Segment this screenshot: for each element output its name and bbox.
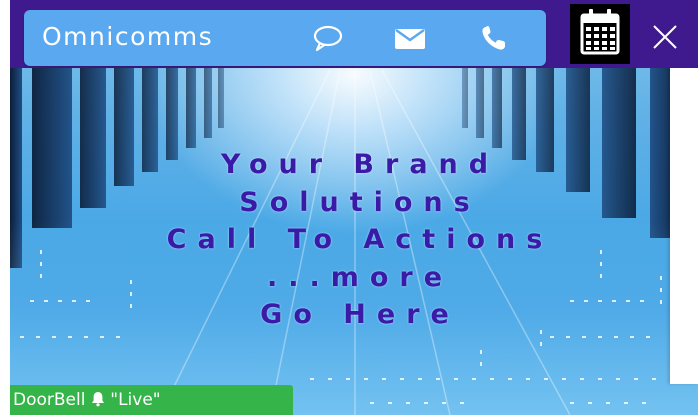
brand-name[interactable]: Omnicomms (42, 22, 213, 51)
doorbell-status: "Live" (110, 390, 161, 410)
calendar-icon[interactable] (570, 4, 630, 64)
side-panel-edge (670, 68, 698, 384)
hero-line: Your Brand (220, 149, 500, 180)
brand-contact-bar: Omnicomms (24, 10, 546, 66)
doorbell-live-button[interactable]: DoorBell "Live" (10, 385, 293, 415)
hero-headline: Your Brand Solutions Call To Actions ...… (80, 146, 640, 334)
hero-line: ...more (266, 261, 454, 293)
hero-line: Solutions (239, 186, 481, 218)
phone-icon[interactable] (479, 23, 511, 53)
app-window: Omnicomms Your Brand Solutions Call To A… (0, 0, 698, 415)
hero-line: Call To Actions (166, 224, 554, 255)
chat-bubble-icon[interactable] (312, 23, 344, 53)
envelope-icon[interactable] (394, 23, 426, 53)
doorbell-label: DoorBell (13, 390, 86, 410)
close-icon[interactable] (636, 10, 692, 62)
bell-icon (91, 390, 110, 410)
hero-line: Go Here (260, 299, 460, 330)
